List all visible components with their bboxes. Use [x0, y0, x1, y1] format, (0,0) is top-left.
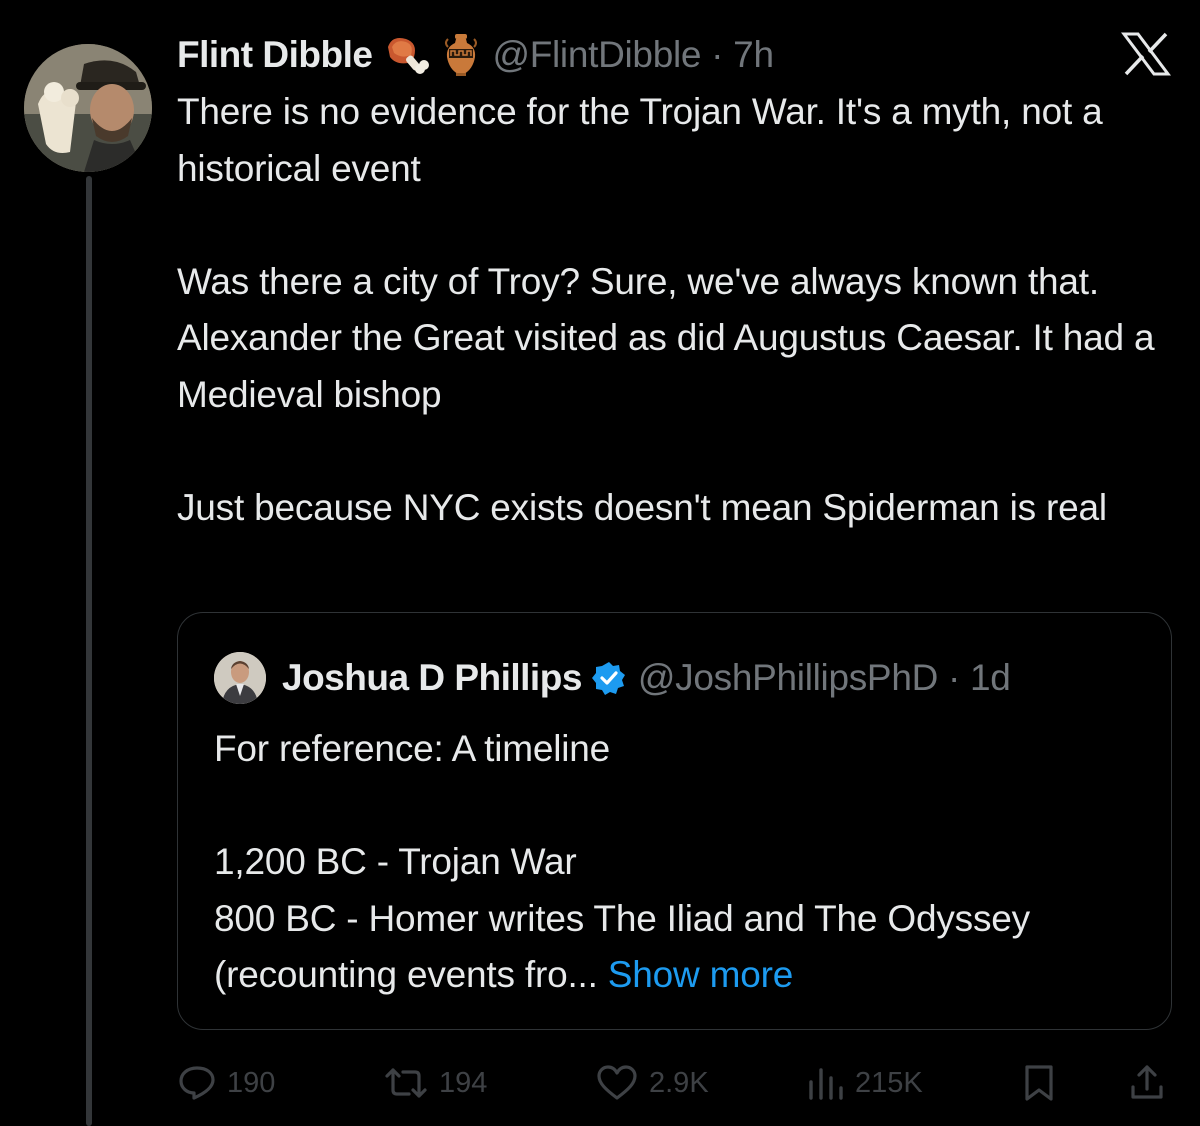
tweet-paragraph: Just because NYC exists doesn't mean Spi… — [177, 486, 1107, 528]
reply-icon — [179, 1066, 215, 1100]
quoted-line: 800 BC - Homer writes The Iliad and The … — [214, 891, 1144, 1004]
thread-line — [86, 176, 92, 1126]
quoted-tweet-header: Joshua D Phillips @JoshPhillipsPhD · 1d — [214, 652, 1011, 704]
quoted-tweet-text: For reference: A timeline 1,200 BC - Tro… — [214, 721, 1144, 1004]
tweet-header: Flint Dibble @FlintDibble · 7h — [177, 30, 774, 80]
quoted-line: For reference: A timeline — [214, 728, 611, 769]
repost-count: 194 — [439, 1066, 488, 1099]
verified-badge-icon — [591, 661, 626, 695]
share-button[interactable] — [1127, 1056, 1167, 1110]
show-more-link[interactable]: Show more — [608, 954, 794, 995]
quoted-author-avatar[interactable] — [214, 652, 266, 704]
reply-count: 190 — [227, 1066, 276, 1099]
tweet-paragraph: Was there a city of Troy? Sure, we've al… — [177, 260, 1155, 415]
quoted-author-handle-time[interactable]: @JoshPhillipsPhD · 1d — [638, 657, 1011, 699]
quoted-line: 1,200 BC - Trojan War — [214, 841, 577, 882]
tweet-paragraph: There is no evidence for the Trojan War.… — [177, 91, 1103, 189]
meat-on-bone-icon — [384, 33, 430, 77]
quoted-tweet[interactable]: Joshua D Phillips @JoshPhillipsPhD · 1d … — [177, 612, 1172, 1030]
analytics-icon — [809, 1068, 843, 1100]
like-button[interactable]: 2.9K — [595, 1056, 709, 1110]
view-count: 215K — [855, 1066, 923, 1099]
bookmark-button[interactable] — [1019, 1056, 1059, 1110]
author-handle-time[interactable]: @FlintDibble · 7h — [492, 34, 774, 76]
author-name[interactable]: Flint Dibble — [177, 34, 373, 76]
reply-button[interactable]: 190 — [177, 1056, 275, 1110]
repost-icon — [385, 1068, 427, 1098]
share-icon — [1131, 1065, 1163, 1099]
x-logo-icon — [1120, 32, 1172, 76]
author-avatar[interactable] — [24, 44, 152, 172]
tweet-text: There is no evidence for the Trojan War.… — [177, 84, 1187, 536]
like-count: 2.9K — [649, 1066, 709, 1099]
amphora-icon — [442, 33, 480, 77]
quoted-author-name[interactable]: Joshua D Phillips — [282, 657, 582, 699]
repost-button[interactable]: 194 — [383, 1056, 487, 1110]
tweet-screenshot: Flint Dibble @FlintDibble · 7h There is … — [0, 0, 1200, 1126]
bookmark-icon — [1025, 1065, 1053, 1101]
action-bar: 190 194 2.9K 215K — [177, 1056, 1177, 1110]
views-button[interactable]: 215K — [805, 1056, 923, 1110]
heart-icon — [597, 1065, 637, 1100]
